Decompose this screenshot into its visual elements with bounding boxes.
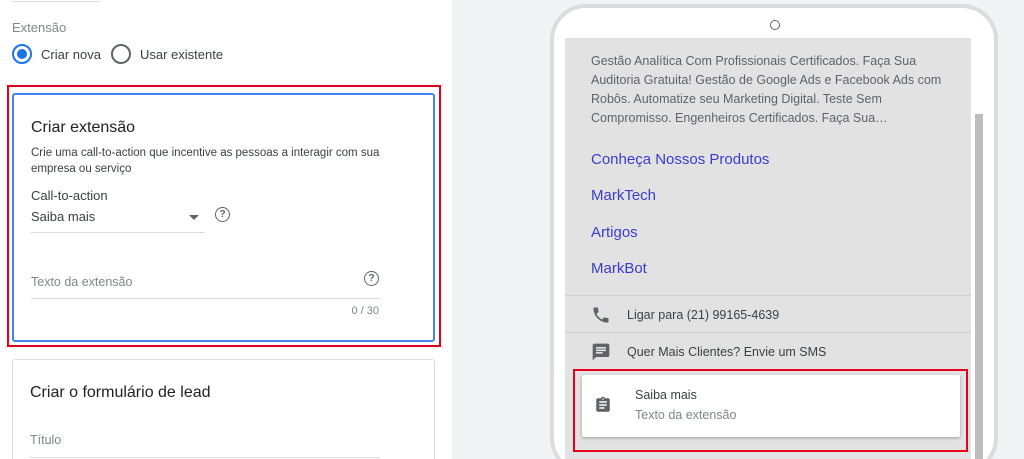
- lead-form-card: Criar o formulário de lead Título: [12, 359, 435, 459]
- clipboard-icon: [596, 396, 610, 412]
- cta-preview-subtitle: Texto da extensão: [635, 408, 737, 422]
- message-icon: [592, 343, 610, 361]
- lead-title-placeholder: Título: [30, 433, 62, 447]
- call-extension[interactable]: Ligar para (21) 99165-4639: [591, 305, 779, 325]
- radio-create-new[interactable]: Criar nova: [12, 44, 101, 64]
- extension-label: Extensão: [12, 20, 67, 35]
- cta-preview-title: Saiba mais: [635, 388, 697, 402]
- call-extension-label: Ligar para (21) 99165-4639: [627, 308, 780, 322]
- highlight-box: [7, 85, 441, 347]
- radio-selected-icon[interactable]: [12, 44, 32, 64]
- sitelink[interactable]: Conheça Nossos Produtos: [591, 151, 769, 168]
- scrollbar[interactable]: [975, 114, 983, 459]
- extension-radio-group: Criar nova Usar existente: [12, 44, 233, 64]
- divider: [565, 295, 971, 296]
- radio-use-existing[interactable]: Usar existente: [110, 44, 224, 64]
- lead-title-input[interactable]: Título: [30, 426, 380, 458]
- radio-unselected-icon[interactable]: [110, 44, 131, 64]
- sitelink[interactable]: Artigos: [591, 224, 638, 241]
- sitelink[interactable]: MarkTech: [591, 187, 656, 204]
- cta-preview-card[interactable]: Saiba mais Texto da extensão: [582, 375, 960, 437]
- radio-create-new-label: Criar nova: [41, 46, 101, 62]
- ad-description: Gestão Analítica Com Profissionais Certi…: [591, 54, 942, 125]
- sms-extension-label: Quer Mais Clientes? Envie um SMS: [627, 345, 827, 359]
- divider: [565, 332, 971, 333]
- divider: [12, 0, 100, 2]
- sms-extension[interactable]: Quer Mais Clientes? Envie um SMS: [591, 342, 826, 362]
- phone-icon: [593, 307, 609, 323]
- camera-icon: [770, 20, 780, 30]
- radio-use-existing-label: Usar existente: [139, 46, 224, 62]
- sitelink[interactable]: MarkBot: [591, 260, 647, 277]
- lead-form-title: Criar o formulário de lead: [30, 384, 211, 401]
